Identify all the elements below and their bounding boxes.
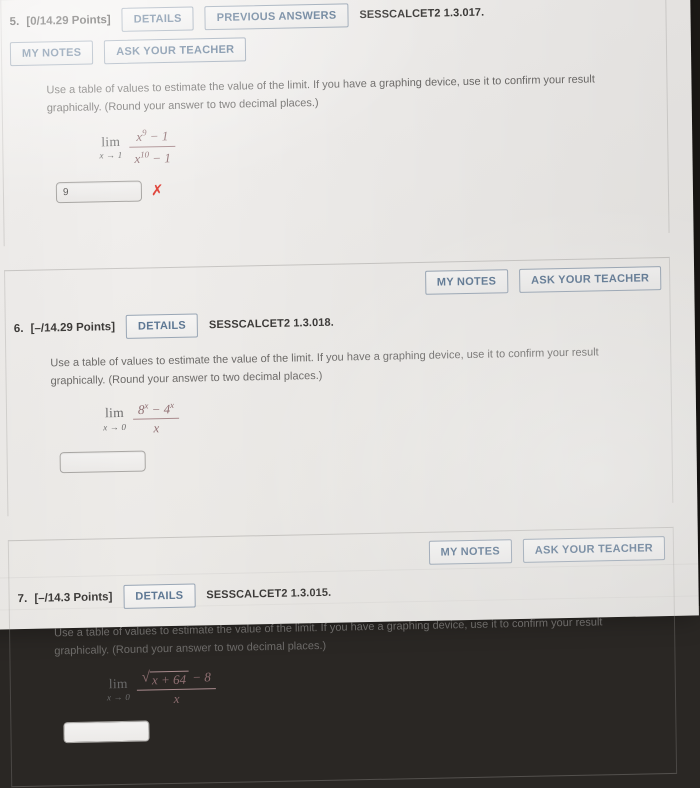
problem-6-limit-expression: lim x → 0 8x − 4x x (103, 390, 657, 437)
problem-5-ask-your-teacher-button[interactable]: ASK YOUR TEACHER (104, 37, 247, 65)
problem-6-numerator: 8x − 4x (137, 400, 175, 418)
problem-5-previous-answers-button[interactable]: PREVIOUS ANSWERS (204, 3, 349, 31)
problem-7-numerator: √ x + 64 − 8 (141, 668, 211, 688)
problem-5-numerator: x9 − 1 (136, 127, 169, 145)
problem-card-5: 5. [0/14.29 Points] DETAILS PREVIOUS ANS… (0, 0, 670, 247)
problem-5-body: Use a table of values to estimate the va… (2, 63, 668, 246)
square-root-icon: √ x + 64 (142, 669, 190, 688)
problem-6-denominator: x (153, 420, 160, 436)
problem-6-limit-operator: lim x → 0 (103, 405, 127, 433)
problem-5-answer-input[interactable]: 9 (55, 180, 143, 204)
problem-5-details-button[interactable]: DETAILS (121, 6, 194, 32)
problem-card-7: MY NOTES ASK YOUR TEACHER 7. [–/14.3 Poi… (7, 527, 678, 788)
problem-7-source-code: SESSCALCET2 1.3.015. (206, 587, 332, 602)
problem-7-ask-your-teacher-button[interactable]: ASK YOUR TEACHER (522, 536, 666, 564)
problem-7-limit-expression: lim x → 0 √ x + 64 − 8 x (107, 661, 661, 708)
problem-5-limit-operator: lim x → 1 (99, 133, 123, 161)
problem-6-my-notes-button[interactable]: MY NOTES (424, 268, 509, 295)
problem-5-denominator: x10 − 1 (134, 148, 171, 166)
problem-7-points: [–/14.3 Points] (34, 591, 113, 606)
problem-6-details-button[interactable]: DETAILS (125, 313, 199, 339)
problem-6-ask-your-teacher-button[interactable]: ASK YOUR TEACHER (518, 265, 662, 293)
problem-7-answer-input[interactable] (63, 720, 150, 744)
problem-6-body: Use a table of values to estimate the va… (6, 336, 672, 517)
problem-7-denominator: x (173, 690, 180, 706)
problem-5-fraction: x9 − 1 x10 − 1 (129, 127, 176, 166)
problem-7-body: Use a table of values to estimate the va… (10, 606, 676, 786)
problem-6-points: [–/14.29 Points] (30, 320, 116, 335)
incorrect-icon: ✗ (150, 180, 164, 200)
problem-6-prompt: Use a table of values to estimate the va… (50, 346, 599, 388)
problem-6-source-code: SESSCALCET2 1.3.018. (208, 316, 334, 332)
problem-7-fraction: √ x + 64 − 8 x (136, 668, 217, 707)
problem-5-prompt: Use a table of values to estimate the va… (46, 73, 595, 115)
problem-5-limit-expression: lim x → 1 x9 − 1 x10 − 1 (99, 118, 653, 168)
problem-6-fraction: 8x − 4x x (133, 400, 180, 437)
problem-7-limit-operator: lim x → 0 (106, 675, 131, 703)
problem-5-my-notes-button[interactable]: MY NOTES (9, 40, 94, 67)
problem-7-prompt: Use a table of values to estimate the va… (54, 616, 603, 658)
problem-card-6: MY NOTES ASK YOUR TEACHER 6. [–/14.29 Po… (4, 256, 674, 517)
problem-5-points: [0/14.29 Points] (26, 14, 111, 28)
problem-5-number: 5. (9, 15, 20, 29)
problem-7-number: 7. (17, 593, 28, 606)
problem-7-details-button[interactable]: DETAILS (123, 583, 196, 610)
problem-5-source-code: SESSCALCET2 1.3.017. (359, 6, 485, 22)
problem-6-number: 6. (13, 322, 24, 335)
problem-7-my-notes-button[interactable]: MY NOTES (428, 539, 513, 566)
webassign-assignment-page: 5. [0/14.29 Points] DETAILS PREVIOUS ANS… (0, 0, 678, 788)
photographed-screen: 5. [0/14.29 Points] DETAILS PREVIOUS ANS… (0, 0, 699, 788)
problem-6-answer-input[interactable] (59, 450, 146, 474)
